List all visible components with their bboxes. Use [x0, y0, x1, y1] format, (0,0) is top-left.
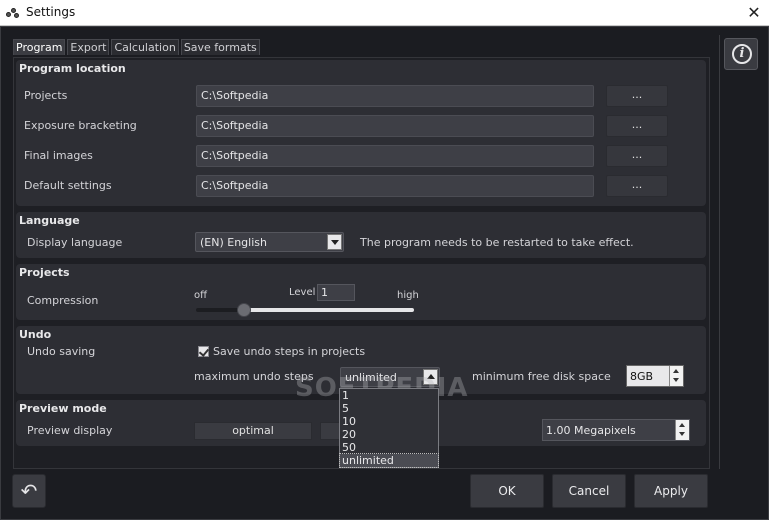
megapixels-stepper[interactable]: 1.00 Megapixels [542, 419, 690, 441]
megapixels-value: 1.00 Megapixels [546, 424, 636, 437]
stepper-arrows-icon[interactable] [675, 420, 689, 440]
slider-min-label: off [194, 290, 208, 301]
slider-max-label: high [397, 290, 419, 301]
min-disk-space-label: minimum free disk space [472, 370, 611, 383]
final-images-path-input[interactable]: C:\Softpedia [196, 145, 594, 167]
ok-button[interactable]: OK [470, 474, 544, 508]
undo-steps-dropdown: 1 5 10 20 50 unlimited [339, 388, 439, 468]
level-input[interactable]: 1 [317, 284, 355, 301]
tab-bar: Program Export Calculation Save formats [13, 39, 260, 55]
display-language-value: (EN) English [200, 236, 267, 249]
language-section: Language Display language (EN) English T… [16, 212, 706, 258]
compression-slider[interactable] [196, 303, 414, 317]
optimal-button[interactable]: optimal [194, 422, 312, 440]
program-location-section: Program location Projects C:\Softpedia .… [16, 60, 706, 206]
cancel-button[interactable]: Cancel [552, 474, 626, 508]
section-title: Projects [19, 266, 70, 279]
final-images-browse-button[interactable]: ... [606, 145, 668, 167]
reset-button[interactable]: ↶ [12, 474, 46, 508]
section-title: Undo [19, 328, 52, 341]
section-title: Program location [19, 62, 126, 75]
min-disk-space-value: 8GB [630, 370, 654, 383]
min-disk-space-stepper[interactable]: 8GB [626, 365, 684, 387]
dropdown-option-selected[interactable]: unlimited [339, 453, 439, 468]
dropdown-option[interactable]: 10 [340, 415, 438, 428]
undo-arrow-icon: ↶ [20, 479, 38, 503]
tab-program[interactable]: Program [13, 39, 66, 55]
dropdown-option[interactable]: 20 [340, 428, 438, 441]
save-undo-checkbox[interactable] [198, 346, 209, 357]
divider [719, 35, 720, 469]
projects-path-label: Projects [24, 89, 68, 102]
title-bar: Settings ✕ [0, 0, 769, 26]
compression-label: Compression [27, 294, 99, 307]
dropdown-option[interactable]: 5 [340, 402, 438, 415]
display-language-label: Display language [27, 236, 123, 249]
apply-button[interactable]: Apply [634, 474, 708, 508]
restart-note: The program needs to be restarted to tak… [360, 236, 634, 249]
bracketing-path-label: Exposure bracketing [24, 119, 137, 132]
tab-save-formats[interactable]: Save formats [180, 39, 260, 55]
slider-fill [243, 308, 414, 312]
section-title: Preview mode [19, 402, 107, 415]
undo-saving-label: Undo saving [27, 345, 96, 358]
save-undo-label: Save undo steps in projects [213, 345, 366, 358]
projects-path-input[interactable]: C:\Softpedia [196, 85, 594, 107]
bracketing-browse-button[interactable]: ... [606, 115, 668, 137]
info-icon: i [732, 44, 752, 64]
section-title: Language [19, 214, 80, 227]
preview-display-label: Preview display [27, 424, 113, 437]
slider-handle[interactable] [236, 303, 251, 317]
info-button[interactable]: i [724, 38, 758, 70]
stepper-arrows-icon[interactable] [669, 366, 683, 386]
tab-calculation[interactable]: Calculation [111, 39, 179, 55]
window-title: Settings [26, 5, 76, 19]
dropdown-option[interactable]: 1 [340, 389, 438, 402]
default-settings-browse-button[interactable]: ... [606, 175, 668, 197]
dropdown-option[interactable]: 50 [340, 441, 438, 454]
final-images-path-label: Final images [24, 149, 93, 162]
display-language-select[interactable]: (EN) English [195, 232, 344, 252]
default-settings-path-input[interactable]: C:\Softpedia [196, 175, 594, 197]
chevron-down-icon[interactable] [327, 234, 342, 250]
level-label: Level [289, 287, 316, 298]
bracketing-path-input[interactable]: C:\Softpedia [196, 115, 594, 137]
close-icon[interactable]: ✕ [739, 0, 769, 26]
app-icon [6, 6, 20, 20]
tab-export[interactable]: Export [67, 39, 110, 55]
projects-browse-button[interactable]: ... [606, 85, 668, 107]
default-settings-path-label: Default settings [24, 179, 112, 192]
projects-section: Projects Compression off Level 1 high [16, 264, 706, 320]
